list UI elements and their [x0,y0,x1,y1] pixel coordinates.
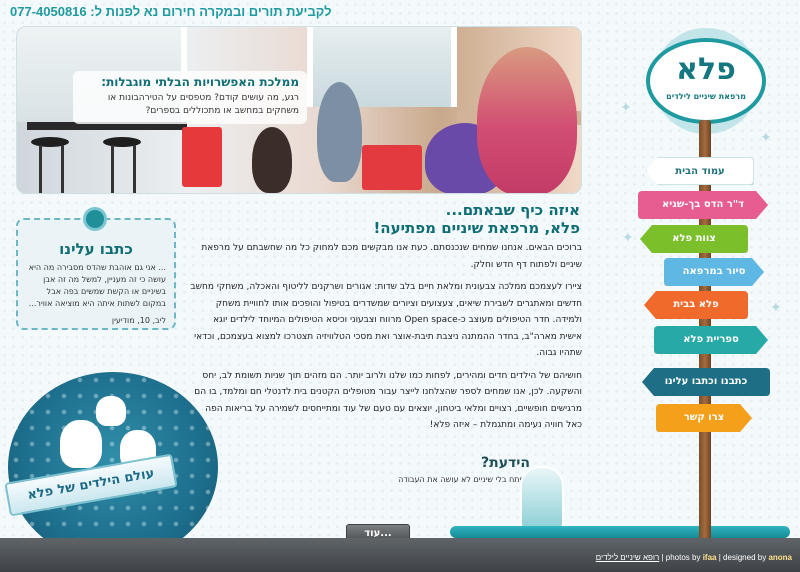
main-heading-line1: איזה כיף שבאתם... [445,201,580,219]
testimonial-quote: ... אני גם אוהבת שהדס מסבירה מה היא עושה… [28,263,166,308]
page: לקביעת תורים ובמקרה חירום נא לפנות ל: 07… [0,0,800,572]
did-you-know-title: הידעת? [481,455,530,471]
nav-clinic-tour[interactable]: סיור במרפאה [664,258,764,286]
nav-dr-hadas[interactable]: ד"ר הדס בך-שגיא [638,191,768,219]
hero-photo: ממלכת האפשרויות הבלתי מוגבלות: רגע, מה ע… [16,26,582,194]
star-icon: ✦ [770,300,782,316]
paragraph: ציירו לעצמכם ממלכה צבעונית ומלאת חיים בל… [190,282,582,358]
testimonial-title: כתבו עלינו [59,240,133,258]
tooth-icon [96,396,126,426]
red-table [362,145,422,190]
nav-home[interactable]: עמוד הבית [646,157,754,185]
star-icon: ✦ [620,100,632,116]
stool-leg [133,145,136,193]
nav-contact[interactable]: צרו קשר [656,404,752,432]
flower-icon [86,210,104,228]
main-heading-line2: פלא, מרפאת שיניים מפתיעה! [373,219,580,237]
hero-caption-text: רגע, מה עושים קודם? מטפסים על הטירהבונות… [107,93,299,116]
footer-designed-link[interactable]: anona [768,553,792,562]
nav-press[interactable]: כתבנו וכתבו עלינו [642,368,770,396]
child-figure [317,82,362,182]
red-cabinet [182,127,222,187]
logo[interactable]: פלא מרפאת שיניים לילדים [646,38,766,124]
testimonial-box[interactable]: כתבו עלינו ... אני גם אוהבת שהדס מסבירה … [16,218,176,330]
toothbrush-icon [450,526,790,538]
did-you-know: הידעת? מפתח בלי שיניים לא עושה את העבודה [330,455,530,484]
footer-photos-link[interactable]: ifaa [703,553,717,562]
paragraph: חושיהם של הילדים חדים ומהירים, לפחות כמו… [194,370,582,431]
nav-pele-at-home[interactable]: פלא בבית [644,291,748,319]
star-icon: ✦ [760,130,772,146]
testimonial-signature: ליב, 10, מודיעין [111,316,166,325]
stool-leg [111,145,114,193]
toothbrush-cup-icon [520,466,564,530]
footer-photos-label: photos by [665,553,701,562]
logo-tagline: מרפאת שיניים לילדים [666,92,746,101]
logo-name: פלא [676,52,736,87]
child-figure [477,47,577,193]
footer-designed-label: designed by [723,553,767,562]
footer-credits: רופא שיניים לילדים | photos by ifaa | de… [595,553,792,562]
main-heading: איזה כיף שבאתם... פלא, מרפאת שיניים מפתי… [190,201,580,237]
child-figure [252,127,292,193]
stool-leg [39,145,42,193]
nav-library[interactable]: ספריית פלא [654,326,768,354]
main-body: ברוכים הבאים. אנחנו שמחים שנכנסתם. כעת א… [190,240,582,440]
star-icon: ✦ [622,230,634,246]
hero-caption-title: ממלכת האפשרויות הבלתי מוגבלות: [101,75,299,89]
stool-leg [61,145,64,193]
footer-site-link[interactable]: רופא שיניים לילדים [596,553,659,562]
tooth-icon [60,420,102,468]
hero-caption: ממלכת האפשרויות הבלתי מוגבלות: רגע, מה ע… [73,71,307,124]
emergency-phone-text: לקביעת תורים ובמקרה חירום נא לפנות ל: 07… [10,4,332,19]
did-you-know-text: מפתח בלי שיניים לא עושה את העבודה [398,475,530,484]
paragraph: ברוכים הבאים. אנחנו שמחים שנכנסתם. כעת א… [201,243,582,270]
nav-team[interactable]: צוות פלא [640,225,748,253]
